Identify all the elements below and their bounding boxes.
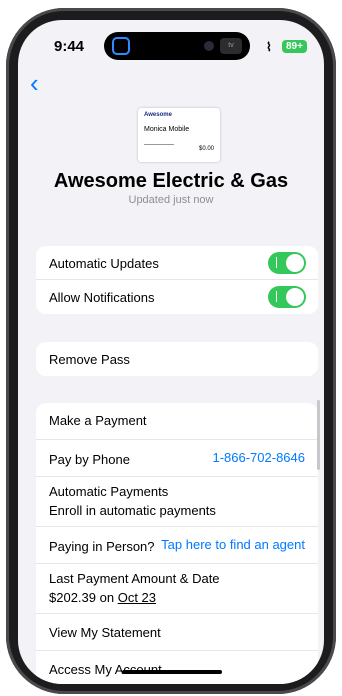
apple-tv-icon: tv xyxy=(220,38,242,54)
toggle-knob xyxy=(286,254,304,272)
enroll-link[interactable]: Enroll in automatic payments xyxy=(49,503,216,518)
back-chevron-icon[interactable]: ‹ xyxy=(30,70,39,96)
pass-name: Monica Mobile xyxy=(144,126,190,133)
last-payment-row: Last Payment Amount & Date $202.39 on Oc… xyxy=(36,564,318,614)
payments-card: Make a Payment Pay by Phone 1-866-702-86… xyxy=(36,403,318,684)
auto-updates-toggle[interactable] xyxy=(268,252,306,274)
phone-number-link[interactable]: 1-866-702-8646 xyxy=(212,450,305,465)
find-agent-link[interactable]: Tap here to find an agent xyxy=(161,537,305,552)
remove-pass-button[interactable]: Remove Pass xyxy=(49,352,130,367)
auto-payments-row: Automatic Payments Enroll in automatic p… xyxy=(36,477,318,527)
toggle-on-mark xyxy=(276,257,277,268)
pass-divider xyxy=(144,144,174,145)
make-payment-row[interactable]: Make a Payment xyxy=(36,403,318,440)
last-payment-date[interactable]: Oct 23 xyxy=(118,590,156,605)
dynamic-island: tv xyxy=(104,32,250,60)
status-bar: 9:44 tv ⌇ 89+ xyxy=(18,20,324,70)
pay-by-phone-row: Pay by Phone 1-866-702-8646 xyxy=(36,440,318,477)
wifi-icon: ⌇ xyxy=(266,40,272,54)
statement-row[interactable]: View My Statement xyxy=(36,614,318,651)
camera-icon xyxy=(204,41,214,51)
auto-updates-row: Automatic Updates xyxy=(36,246,318,280)
auto-updates-label: Automatic Updates xyxy=(49,256,159,271)
remove-card: Remove Pass xyxy=(36,342,318,376)
notifications-label: Allow Notifications xyxy=(49,290,155,305)
remove-pass-row[interactable]: Remove Pass xyxy=(36,342,318,376)
phone-frame: 9:44 tv ⌇ 89+ ‹ Awesome Monica Mobile $0… xyxy=(0,0,342,696)
account-row[interactable]: Access My Account xyxy=(36,651,318,684)
notifications-toggle[interactable] xyxy=(268,286,306,308)
view-statement-link[interactable]: View My Statement xyxy=(49,625,161,640)
battery-icon: 89+ xyxy=(282,40,307,53)
auto-payments-label: Automatic Payments xyxy=(49,484,169,499)
pass-amount: $0.00 xyxy=(198,146,214,152)
scrollbar[interactable] xyxy=(317,400,320,470)
toggle-on-mark xyxy=(276,291,277,302)
screen: 9:44 tv ⌇ 89+ ‹ Awesome Monica Mobile $0… xyxy=(18,20,324,684)
in-person-row: Paying in Person? Tap here to find an ag… xyxy=(36,527,318,564)
pass-brand: Awesome xyxy=(144,112,172,118)
make-payment-link[interactable]: Make a Payment xyxy=(49,413,147,428)
last-payment-label: Last Payment Amount & Date xyxy=(49,571,220,586)
notifications-row: Allow Notifications xyxy=(36,280,318,314)
last-payment-value: $202.39 on Oct 23 xyxy=(49,590,156,605)
status-time: 9:44 xyxy=(54,38,85,55)
page-title: Awesome Electric & Gas xyxy=(53,170,289,192)
last-payment-amount: $202.39 on xyxy=(49,590,115,605)
toggle-knob xyxy=(286,288,304,306)
in-person-label: Paying in Person? xyxy=(49,539,155,554)
pay-by-phone-label: Pay by Phone xyxy=(49,452,130,467)
live-activity-icon xyxy=(112,37,130,55)
home-indicator[interactable] xyxy=(122,670,222,674)
pass-thumbnail[interactable]: Awesome Monica Mobile $0.00 xyxy=(138,108,220,162)
page-subtitle: Updated just now xyxy=(128,194,214,206)
settings-card: Automatic Updates Allow Notifications xyxy=(36,246,318,314)
